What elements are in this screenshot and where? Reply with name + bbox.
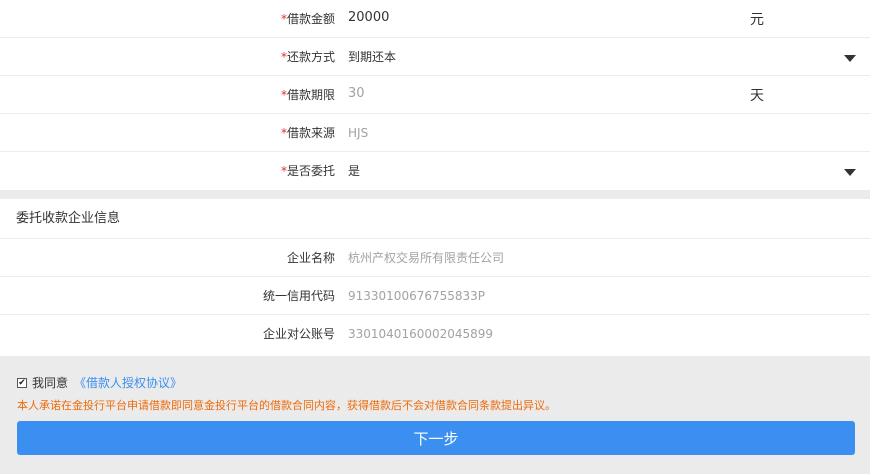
entrusted-row[interactable]: *是否委托 是 — [0, 152, 870, 190]
chevron-down-icon[interactable] — [844, 169, 856, 176]
loan-form: *借款金额 20000 元 *还款方式 到期还本 *借款期限 30 天 *借款来… — [0, 0, 870, 190]
entrusted-select[interactable]: 是 — [348, 152, 360, 190]
loan-amount-label: *借款金额 — [281, 0, 335, 38]
loan-amount-unit: 元 — [750, 12, 764, 28]
loan-amount-input[interactable]: 20000 — [348, 0, 389, 38]
loan-term-row: *借款期限 30 天 — [0, 76, 870, 114]
section-title: 委托收款企业信息 — [0, 199, 870, 239]
loan-term-label: *借款期限 — [281, 76, 335, 114]
agreement-panel: ✔ 我同意 《借款人授权协议》 本人承诺在金投行平台申请借款即同意金投行平台的借… — [0, 356, 870, 474]
repayment-method-label-text: 还款方式 — [286, 50, 335, 64]
loan-amount-label-text: 借款金额 — [286, 12, 335, 26]
loan-term-input[interactable]: 30 — [348, 76, 365, 114]
agree-checkbox[interactable]: ✔ — [17, 378, 27, 388]
agreement-line: ✔ 我同意 《借款人授权协议》 — [17, 376, 182, 390]
account-value: 3301040160002045899 — [348, 327, 494, 341]
agree-text: 我同意 — [32, 376, 69, 390]
company-info-section: 委托收款企业信息 企业名称 杭州产权交易所有限责任公司 统一信用代码 91330… — [0, 199, 870, 353]
entrusted-label-text: 是否委托 — [286, 164, 335, 178]
repayment-method-row[interactable]: *还款方式 到期还本 — [0, 38, 870, 76]
credit-code-value: 91330100676755833P — [348, 289, 486, 303]
loan-source-row: *借款来源 HJS — [0, 114, 870, 152]
entrusted-label: *是否委托 — [281, 152, 335, 190]
section-divider — [0, 190, 870, 199]
credit-code-label: 统一信用代码 — [262, 289, 335, 303]
account-label: 企业对公账号 — [262, 327, 335, 341]
chevron-down-icon[interactable] — [844, 55, 856, 62]
loan-source-label-text: 借款来源 — [286, 126, 335, 140]
loan-term-unit: 天 — [750, 88, 764, 104]
repayment-method-label: *还款方式 — [281, 38, 335, 76]
agreement-link[interactable]: 《借款人授权协议》 — [74, 376, 182, 390]
next-step-button[interactable]: 下一步 — [17, 421, 855, 455]
credit-code-row: 统一信用代码 91330100676755833P — [0, 277, 870, 315]
account-row: 企业对公账号 3301040160002045899 — [0, 315, 870, 353]
company-name-value: 杭州产权交易所有限责任公司 — [348, 251, 505, 265]
company-name-row: 企业名称 杭州产权交易所有限责任公司 — [0, 239, 870, 277]
company-name-label: 企业名称 — [286, 251, 335, 265]
loan-amount-row: *借款金额 20000 元 — [0, 0, 870, 38]
loan-source-value: HJS — [348, 126, 369, 140]
loan-term-label-text: 借款期限 — [286, 88, 335, 102]
repayment-method-select[interactable]: 到期还本 — [348, 38, 396, 76]
loan-source-label: *借款来源 — [281, 114, 335, 152]
commitment-notice: 本人承诺在金投行平台申请借款即同意金投行平台的借款合同内容，获得借款后不会对借款… — [17, 399, 556, 412]
